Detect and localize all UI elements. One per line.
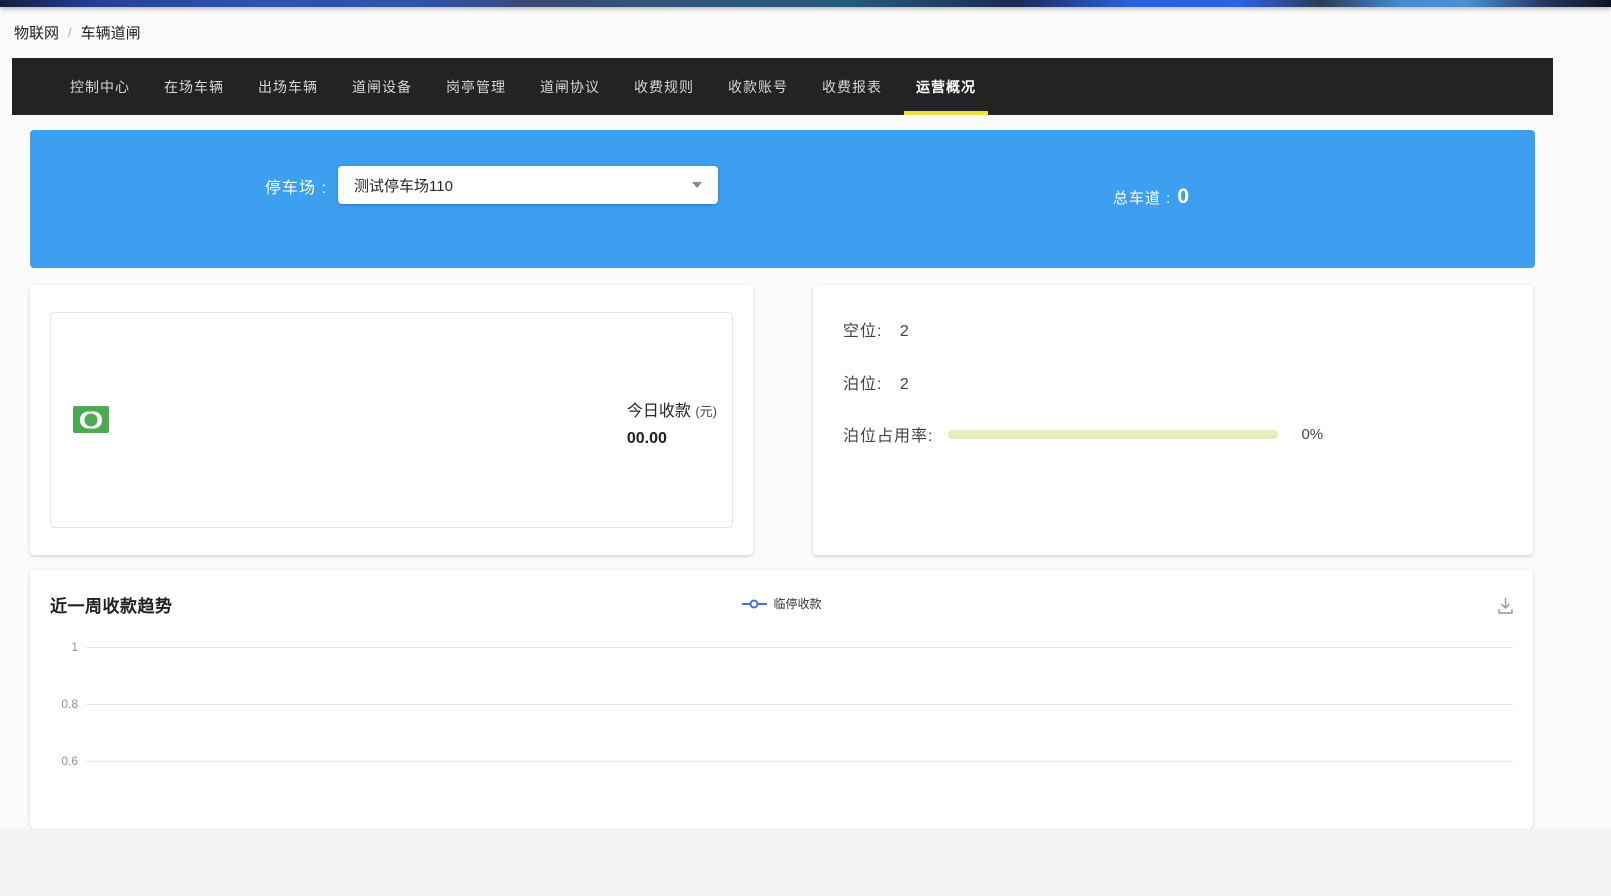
breadcrumb: 物联网 / 车辆道闸 [0, 7, 1611, 58]
browser-top-edge [0, 0, 1611, 7]
today-revenue-title: 今日收款 [626, 403, 691, 420]
ytick-label: 1 [71, 640, 78, 654]
parking-lot-select[interactable]: 测试停车场110 [338, 166, 718, 204]
occupancy-row: 泊位占用率: 0% [843, 422, 1323, 446]
tab-gate-devices[interactable]: 道闸设备 [352, 58, 412, 115]
today-revenue-amount: 00.00 [626, 430, 667, 447]
tab-payment-accounts[interactable]: 收款账号 [728, 58, 788, 115]
line-series-marker-icon [741, 599, 767, 609]
occupancy-progress-bar [948, 429, 1279, 439]
tab-onsite-vehicles[interactable]: 在场车辆 [164, 58, 224, 115]
weekly-revenue-chart-card: 近一周收款趋势 临停收款 1 0.8 0.6 [30, 570, 1533, 828]
empty-spaces-value: 2 [899, 323, 909, 340]
empty-spaces-label: 空位: [843, 323, 883, 340]
breadcrumb-separator: / [68, 25, 72, 40]
occupancy-percent: 0% [1301, 425, 1324, 443]
tab-operation-overview[interactable]: 运营概况 [904, 58, 988, 115]
tab-gate-protocol[interactable]: 道闸协议 [540, 58, 600, 115]
today-revenue-card: 今日收款 (元) 00.00 [30, 285, 753, 555]
module-tab-bar: 控制中心 在场车辆 出场车辆 道闸设备 岗亭管理 道闸协议 收费规则 收款账号 … [12, 58, 1553, 115]
chevron-down-icon [692, 182, 702, 188]
ytick-label: 0.8 [61, 697, 78, 711]
page-bottom-background [0, 828, 1611, 896]
today-revenue-text: 今日收款 (元) 00.00 [627, 397, 717, 448]
berth-count-value: 2 [899, 376, 909, 393]
tab-control-center[interactable]: 控制中心 [70, 58, 130, 115]
tab-billing-reports[interactable]: 收费报表 [822, 58, 882, 115]
parking-lot-label: 停车场 : [265, 180, 327, 197]
ytick-label: 0.6 [61, 754, 78, 768]
berth-count-label: 泊位: [843, 376, 883, 393]
today-revenue-unit: (元) [695, 404, 717, 419]
banknote-icon [73, 406, 109, 433]
chart-title: 近一周收款趋势 [50, 597, 173, 616]
chart-legend-temporary-parking[interactable]: 临停收款 [741, 595, 822, 612]
legend-label: 临停收款 [773, 597, 822, 611]
parking-lot-banner: 停车场 : 测试停车场110 总车道 : 0 [30, 130, 1535, 268]
empty-spaces-row: 空位: 2 [843, 317, 909, 341]
tab-exit-vehicles[interactable]: 出场车辆 [258, 58, 318, 115]
berth-status-card: 空位: 2 泊位: 2 泊位占用率: 0% [813, 285, 1533, 555]
parking-lot-select-value: 测试停车场110 [354, 177, 453, 195]
berth-count-row: 泊位: 2 [843, 370, 909, 394]
total-lanes: 总车道 : 0 [1113, 185, 1189, 209]
breadcrumb-current: 车辆道闸 [80, 25, 141, 42]
today-revenue-inner-box: 今日收款 (元) 00.00 [50, 312, 733, 528]
download-icon[interactable] [1496, 596, 1515, 620]
tab-booth-management[interactable]: 岗亭管理 [446, 58, 506, 115]
tab-billing-rules[interactable]: 收费规则 [634, 58, 694, 115]
breadcrumb-root[interactable]: 物联网 [14, 22, 59, 43]
occupancy-label: 泊位占用率: [843, 428, 934, 445]
total-lanes-value: 0 [1177, 185, 1190, 208]
total-lanes-label: 总车道 : [1113, 189, 1172, 207]
